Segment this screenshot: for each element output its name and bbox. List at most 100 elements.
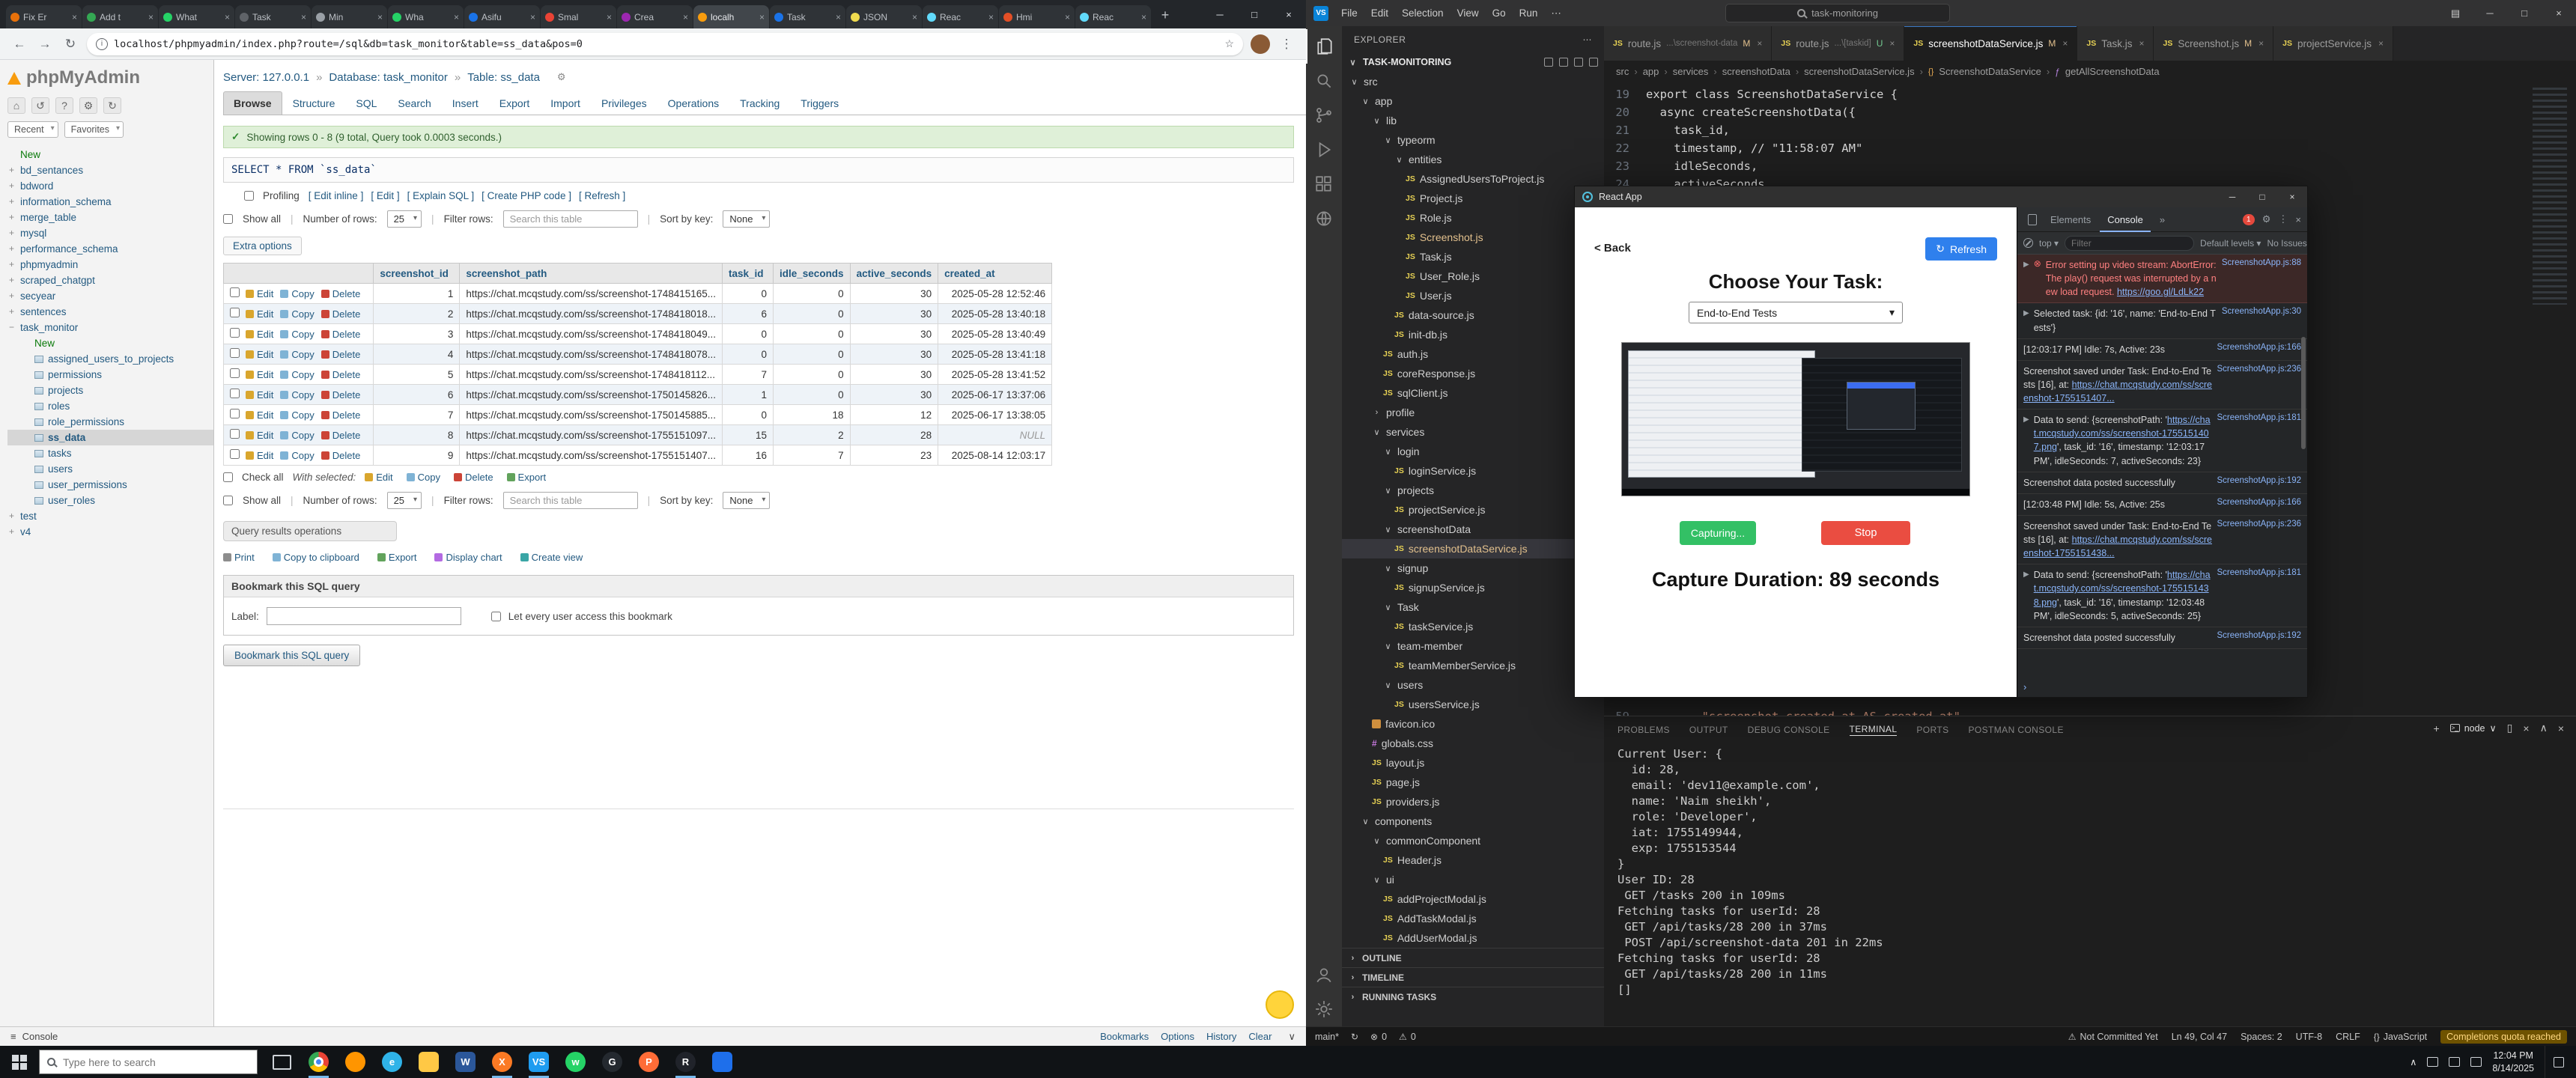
row-delete-link[interactable]: Delete — [321, 450, 361, 461]
editor-tab-route.js[interactable]: JSroute.js...\[taskid]U× — [1772, 26, 1904, 61]
expand-icon[interactable]: + — [7, 257, 16, 272]
panel-tab-debug-console[interactable]: DEBUG CONSOLE — [1748, 725, 1830, 735]
nav-table[interactable]: user_permissions — [7, 477, 213, 493]
column-header[interactable]: active_seconds — [850, 264, 938, 284]
tree-folder-projects[interactable]: ∨projects — [1342, 481, 1604, 500]
onedrive-icon[interactable] — [2470, 1057, 2482, 1067]
tree-folder-app[interactable]: ∨app — [1342, 91, 1604, 111]
section-running-tasks[interactable]: ›RUNNING TASKS — [1342, 987, 1604, 1006]
breadcrumb-item[interactable]: app — [1643, 66, 1659, 77]
issues-counter[interactable]: No Issues — [2267, 238, 2306, 249]
section-outline[interactable]: ›OUTLINE — [1342, 948, 1604, 967]
browser-tab[interactable]: Task× — [235, 5, 311, 28]
bookmark-submit-button[interactable]: Bookmark this SQL query — [223, 645, 360, 666]
browser-menu-icon[interactable]: ⋮ — [1278, 37, 1295, 52]
console-history-link[interactable]: History — [1206, 1031, 1236, 1042]
notification-center-icon[interactable] — [2545, 1046, 2572, 1078]
sql-link-3[interactable]: [ Create PHP code ] — [482, 190, 571, 201]
pma-tab-import[interactable]: Import — [540, 91, 591, 115]
breadcrumb-item[interactable]: services — [1673, 66, 1709, 77]
tree-file-User_Role.js[interactable]: JSUser_Role.js — [1342, 267, 1604, 286]
row-copy-link[interactable]: Copy — [280, 329, 314, 340]
nav-database[interactable]: +phpmyadmin — [7, 257, 213, 272]
nav-database[interactable]: +v4 — [7, 524, 213, 540]
vscode-icon[interactable]: VS — [520, 1046, 557, 1078]
pma-tab-export[interactable]: Export — [489, 91, 540, 115]
panel-tab-problems[interactable]: PROBLEMS — [1617, 725, 1670, 735]
queryop-print[interactable]: Print — [223, 552, 255, 563]
filter-input[interactable] — [503, 492, 638, 509]
tree-file-signupService.js[interactable]: JSsignupService.js — [1342, 578, 1604, 597]
tree-folder-team-member[interactable]: ∨team-member — [1342, 636, 1604, 656]
tab-close-icon[interactable]: × — [377, 12, 383, 22]
refresh-explorer-icon[interactable] — [1574, 58, 1583, 67]
search-sidebar-icon[interactable] — [1306, 64, 1342, 98]
status-spaces-2[interactable]: Spaces: 2 — [2241, 1032, 2282, 1042]
row-copy-link[interactable]: Copy — [280, 288, 314, 299]
panel-tab-postman-console[interactable]: POSTMAN CONSOLE — [1969, 725, 2064, 735]
nav-table[interactable]: ss_data — [7, 430, 213, 445]
settings-gear-icon[interactable] — [1306, 992, 1342, 1026]
more-tabs-icon[interactable]: » — [2152, 207, 2172, 232]
source-link[interactable]: ScreenshotApp.js:30 — [2222, 307, 2301, 316]
tree-file-Screenshot.js[interactable]: JSScreenshot.js — [1342, 228, 1604, 247]
sql-link-4[interactable]: [ Refresh ] — [579, 190, 625, 201]
row-checkbox[interactable] — [230, 449, 240, 459]
tree-file-teamMemberService.js[interactable]: JSteamMemberService.js — [1342, 656, 1604, 675]
row-copy-link[interactable]: Copy — [280, 389, 314, 401]
expand-icon[interactable]: + — [7, 162, 16, 178]
tab-close-icon[interactable]: × — [988, 12, 994, 22]
help-icon[interactable]: ? — [55, 97, 73, 114]
source-link[interactable]: ScreenshotApp.js:166 — [2217, 498, 2301, 507]
devtools-close-icon[interactable]: × — [2295, 214, 2301, 225]
context-select[interactable]: top ▾ — [2039, 238, 2059, 249]
row-copy-link[interactable]: Copy — [280, 409, 314, 421]
check-all-checkbox[interactable] — [223, 472, 233, 482]
start-button[interactable] — [0, 1046, 39, 1078]
capturing-button[interactable]: Capturing... — [1680, 521, 1756, 545]
row-delete-link[interactable]: Delete — [321, 430, 361, 441]
taskbar-clock[interactable]: 12:04 PM8/14/2025 — [2492, 1050, 2534, 1075]
task-select[interactable]: End-to-End Tests▾ — [1689, 302, 1903, 323]
console-message[interactable]: ▶Data to send: {screenshotPath: 'https:/… — [2017, 409, 2307, 472]
row-edit-link[interactable]: Edit — [246, 349, 273, 360]
refresh-button[interactable]: ↻Refresh — [1925, 237, 1997, 261]
react-app-icon[interactable]: R — [667, 1046, 704, 1078]
tree-folder-users[interactable]: ∨users — [1342, 675, 1604, 695]
filter-input[interactable] — [503, 210, 638, 228]
menu-item[interactable]: Go — [1486, 7, 1513, 19]
breadcrumb-table[interactable]: Table: ss_data — [467, 71, 540, 84]
expand-icon[interactable]: + — [7, 288, 16, 304]
expand-icon[interactable]: + — [7, 178, 16, 194]
tab-close-icon[interactable]: × — [148, 12, 154, 22]
tree-folder-src[interactable]: ∨src — [1342, 72, 1604, 91]
menu-item[interactable]: Selection — [1395, 7, 1450, 19]
row-edit-link[interactable]: Edit — [246, 450, 273, 461]
vscode-maximize-button[interactable]: □ — [2507, 0, 2542, 26]
terminal-output[interactable]: Current User: { id: 28, email: 'dev11@ex… — [1617, 746, 2561, 1023]
tab-close-icon[interactable]: × — [72, 12, 77, 22]
terminal-shell-select[interactable]: >_node∨ — [2450, 722, 2497, 734]
nav-table[interactable]: user_roles — [7, 493, 213, 508]
row-edit-link[interactable]: Edit — [246, 329, 273, 340]
pma-tab-browse[interactable]: Browse — [223, 91, 282, 115]
selected-copy-link[interactable]: Copy — [407, 472, 440, 483]
row-checkbox[interactable] — [230, 328, 240, 338]
show-all-checkbox[interactable] — [223, 214, 233, 224]
tab-elements[interactable]: Elements — [2043, 207, 2098, 232]
tree-folder-components[interactable]: ∨components — [1342, 811, 1604, 831]
tab-close-icon[interactable]: × — [912, 12, 917, 22]
tab-close-icon[interactable]: × — [759, 12, 765, 22]
console-message[interactable]: Screenshot data posted successfullyScree… — [2017, 627, 2307, 649]
command-search-box[interactable]: task-monitoring — [1725, 4, 1950, 22]
expand-caret-icon[interactable]: ▶ — [2023, 258, 2029, 269]
profile-avatar[interactable] — [1251, 34, 1270, 54]
tree-file-AssignedUsersToProject.js[interactable]: JSAssignedUsersToProject.js — [1342, 169, 1604, 189]
home-icon[interactable]: ⌂ — [7, 97, 25, 114]
tab-close-icon[interactable]: × — [836, 12, 841, 22]
device-toolbar-icon[interactable] — [2028, 214, 2037, 225]
breadcrumb-item[interactable]: src — [1616, 66, 1629, 77]
browser-minimize-button[interactable]: ─ — [1203, 0, 1237, 28]
pma-tab-tracking[interactable]: Tracking — [729, 91, 790, 115]
tree-file-AddTaskModal.js[interactable]: JSAddTaskModal.js — [1342, 909, 1604, 928]
